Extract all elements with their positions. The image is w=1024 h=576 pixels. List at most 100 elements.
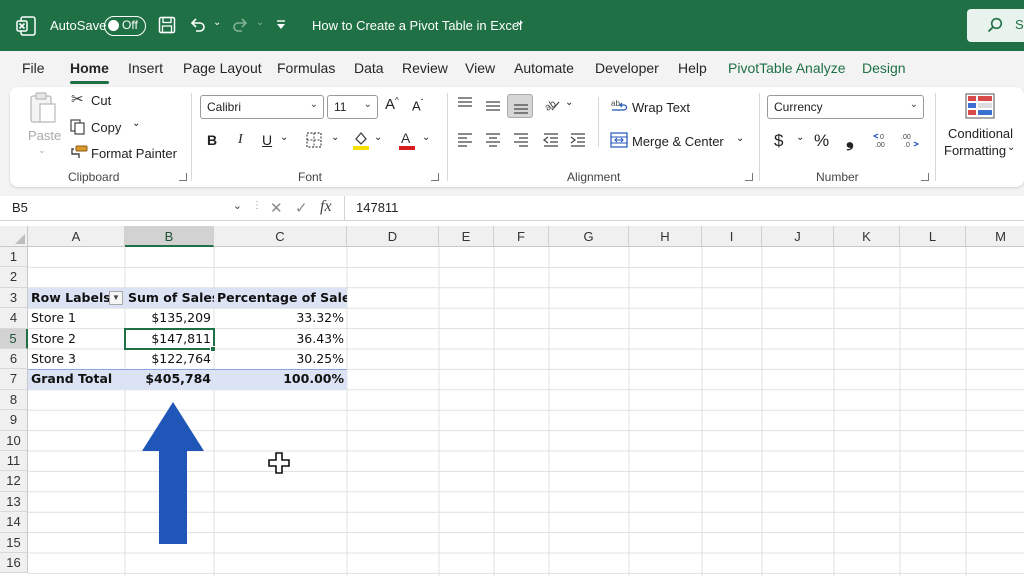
column-header-k[interactable]: K bbox=[834, 226, 900, 247]
number-format-select[interactable]: Currency ⌄ bbox=[767, 95, 924, 119]
column-header-a[interactable]: A bbox=[28, 226, 125, 247]
fill-handle[interactable] bbox=[210, 346, 216, 352]
increase-indent-icon[interactable] bbox=[570, 133, 586, 150]
column-header-l[interactable]: L bbox=[900, 226, 966, 247]
merge-center-button[interactable]: Merge & Center bbox=[632, 134, 724, 149]
fill-color-icon[interactable] bbox=[352, 130, 370, 153]
increase-decimal-icon[interactable]: 0.00 bbox=[872, 131, 892, 152]
merge-dropdown-icon[interactable]: ⌄ bbox=[736, 133, 744, 144]
align-right-icon[interactable] bbox=[513, 133, 529, 150]
top-align-icon[interactable] bbox=[457, 97, 473, 114]
cut-icon[interactable]: ✂ bbox=[71, 92, 84, 107]
pivot-row-sales[interactable]: $135,209 bbox=[125, 308, 214, 328]
pivot-row-label[interactable]: Store 1 bbox=[28, 308, 125, 328]
filter-dropdown-icon[interactable]: ▼ bbox=[109, 291, 123, 305]
tab-pivottable-analyze[interactable]: PivotTable Analyze bbox=[728, 60, 846, 76]
row-header[interactable]: 2 bbox=[0, 267, 28, 288]
pivot-row-percentage[interactable]: 36.43% bbox=[214, 329, 347, 349]
chevron-down-icon[interactable]: ⌄ bbox=[233, 199, 242, 212]
borders-icon[interactable] bbox=[306, 132, 322, 151]
row-header[interactable]: 4 bbox=[0, 308, 28, 329]
pivot-row-sales[interactable]: $122,764 bbox=[125, 349, 214, 369]
decrease-indent-icon[interactable] bbox=[543, 133, 559, 150]
pivot-header-percentage[interactable]: Percentage of Sales bbox=[214, 288, 347, 308]
tab-file[interactable]: File bbox=[22, 60, 45, 76]
document-title[interactable]: How to Create a Pivot Table in Excel bbox=[312, 18, 522, 33]
formula-input[interactable]: 147811 bbox=[356, 200, 398, 215]
row-header[interactable]: 6 bbox=[0, 349, 28, 370]
column-header-f[interactable]: F bbox=[494, 226, 549, 247]
row-header[interactable]: 3 bbox=[0, 287, 28, 309]
row-header[interactable]: 10 bbox=[0, 430, 28, 451]
select-all-corner[interactable] bbox=[0, 226, 28, 247]
column-header-b[interactable]: B bbox=[125, 226, 214, 247]
column-header-c[interactable]: C bbox=[214, 226, 347, 247]
cut-button[interactable]: Cut bbox=[91, 93, 111, 108]
italic-button[interactable]: I bbox=[238, 132, 243, 148]
orientation-dropdown-icon[interactable]: ⌄ bbox=[565, 97, 573, 108]
column-header-j[interactable]: J bbox=[762, 226, 834, 247]
font-name-select[interactable]: Calibri ⌄ bbox=[200, 95, 324, 119]
column-header-h[interactable]: H bbox=[629, 226, 702, 247]
column-header-e[interactable]: E bbox=[439, 226, 494, 247]
column-header-i[interactable]: I bbox=[702, 226, 762, 247]
row-header[interactable]: 16 bbox=[0, 553, 28, 574]
conditional-formatting-button[interactable]: Conditional bbox=[948, 126, 1013, 141]
title-chevron-icon[interactable]: ⌄ bbox=[514, 12, 526, 29]
insert-function-icon[interactable]: fx bbox=[320, 198, 332, 216]
tab-automate[interactable]: Automate bbox=[514, 60, 574, 76]
underline-button[interactable]: U bbox=[262, 132, 272, 148]
row-header[interactable]: 14 bbox=[0, 512, 28, 533]
conditional-formatting-dropdown-icon[interactable]: ⌄ bbox=[1007, 142, 1015, 153]
font-size-select[interactable]: 11 ⌄ bbox=[327, 95, 378, 119]
merge-center-icon[interactable] bbox=[610, 132, 628, 151]
tab-formulas[interactable]: Formulas bbox=[277, 60, 335, 76]
borders-dropdown-icon[interactable]: ⌄ bbox=[331, 132, 339, 143]
percent-style-button[interactable]: % bbox=[814, 131, 829, 151]
row-header[interactable]: 9 bbox=[0, 410, 28, 431]
pivot-row-label[interactable]: Store 2 bbox=[28, 329, 125, 349]
decrease-decimal-icon[interactable]: .00.0 bbox=[900, 131, 920, 152]
format-painter-icon[interactable] bbox=[70, 145, 88, 164]
tab-help[interactable]: Help bbox=[678, 60, 707, 76]
row-header[interactable]: 5 bbox=[0, 328, 28, 349]
tab-design[interactable]: Design bbox=[862, 60, 906, 76]
column-header-d[interactable]: D bbox=[347, 226, 439, 247]
row-header[interactable]: 13 bbox=[0, 491, 28, 513]
font-color-dropdown-icon[interactable]: ⌄ bbox=[422, 132, 430, 143]
comma-style-button[interactable]: ❟ bbox=[846, 129, 854, 152]
tab-home[interactable]: Home bbox=[70, 60, 109, 84]
undo-dropdown-icon[interactable]: ⌄ bbox=[213, 17, 221, 28]
row-header[interactable]: 1 bbox=[0, 247, 28, 268]
grand-total-sales[interactable]: $405,784 bbox=[125, 369, 214, 389]
align-left-icon[interactable] bbox=[457, 133, 473, 150]
pivot-row-percentage[interactable]: 30.25% bbox=[214, 349, 347, 369]
copy-dropdown-icon[interactable]: ⌄ bbox=[132, 118, 140, 129]
search-box[interactable]: S bbox=[967, 9, 1024, 42]
font-color-icon[interactable]: A bbox=[398, 130, 416, 153]
customize-toolbar-icon[interactable] bbox=[275, 19, 287, 31]
tab-view[interactable]: View bbox=[465, 60, 495, 76]
bold-button[interactable]: B bbox=[207, 132, 217, 148]
copy-button[interactable]: Copy bbox=[91, 120, 121, 135]
autosave-toggle[interactable]: Off bbox=[104, 16, 146, 36]
clipboard-launcher-icon[interactable] bbox=[179, 173, 187, 181]
align-center-icon[interactable] bbox=[485, 133, 501, 150]
tab-data[interactable]: Data bbox=[354, 60, 384, 76]
pivot-header-sum-of-sales[interactable]: Sum of Sales bbox=[125, 288, 214, 308]
column-header-m[interactable]: M bbox=[966, 226, 1024, 247]
undo-icon[interactable] bbox=[189, 16, 207, 34]
row-header[interactable]: 12 bbox=[0, 471, 28, 492]
row-header[interactable]: 11 bbox=[0, 451, 28, 472]
pivot-row-percentage[interactable]: 33.32% bbox=[214, 308, 347, 328]
fill-color-dropdown-icon[interactable]: ⌄ bbox=[374, 132, 382, 143]
tab-insert[interactable]: Insert bbox=[128, 60, 163, 76]
grand-total-percentage[interactable]: 100.00% bbox=[214, 369, 347, 389]
save-icon[interactable] bbox=[158, 16, 176, 34]
worksheet-grid[interactable]: A B C D E F G H I J K L M 1 2 3 4 5 6 7 8 9 10 11 1… bbox=[0, 226, 1024, 576]
grand-total-label[interactable]: Grand Total bbox=[28, 369, 125, 389]
wrap-text-button[interactable]: Wrap Text bbox=[632, 100, 690, 115]
row-header[interactable]: 15 bbox=[0, 532, 28, 553]
underline-dropdown-icon[interactable]: ⌄ bbox=[280, 132, 288, 143]
pivot-row-label[interactable]: Store 3 bbox=[28, 349, 125, 369]
